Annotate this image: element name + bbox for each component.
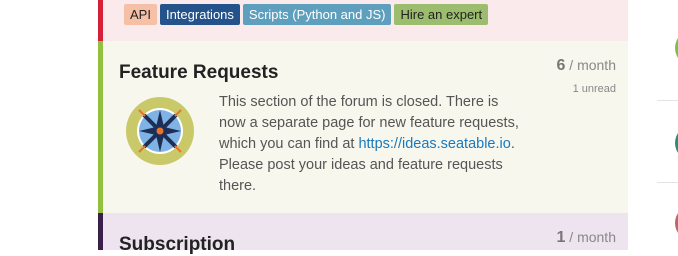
posts-per-month-subscription: 1 / month [557,229,617,247]
tag-integrations[interactable]: Integrations [159,4,240,25]
ideas-link[interactable]: https://ideas.seatable.io [358,136,510,152]
category-description: This section of the forum is closed. The… [219,92,519,197]
posts-per-month: 6 / month [557,57,617,75]
category-row-top: API Integrations Scripts (Python and JS)… [98,0,628,41]
category-stats-subscription: 1 / month [557,229,617,247]
tag-hire-expert[interactable]: Hire an expert [394,4,489,25]
category-row-subscription: Subscription 1 / month [98,213,628,255]
category-title[interactable]: Feature Requests [119,62,278,84]
topic-divider [657,182,678,183]
category-row-feature-requests: Feature Requests 6 / month 1 unread This… [98,41,628,213]
posts-period-subscription: / month [569,229,616,245]
posts-count-subscription: 1 [556,229,566,246]
posts-count: 6 [556,57,566,74]
unread-count[interactable]: 1 unread [557,83,616,95]
subcategory-tags: API Integrations Scripts (Python and JS)… [124,4,489,25]
tag-api[interactable]: API [124,4,157,25]
tag-scripts[interactable]: Scripts (Python and JS) [242,4,392,25]
topic-divider [657,100,678,101]
compass-icon [125,96,195,166]
category-title-subscription[interactable]: Subscription [119,234,235,256]
posts-period: / month [569,57,616,73]
category-stats: 6 / month 1 unread [557,57,617,95]
